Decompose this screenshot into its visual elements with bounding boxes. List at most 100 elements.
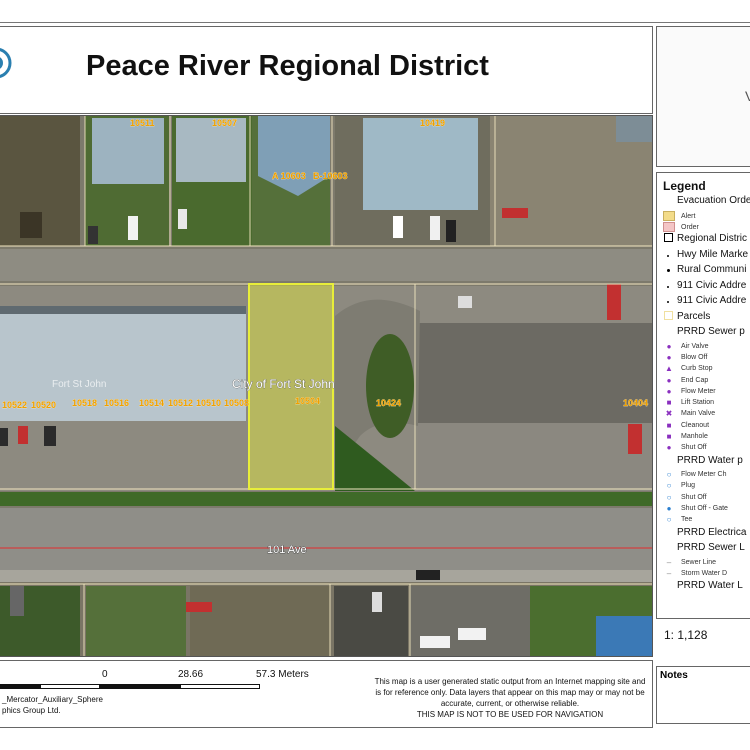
address-label: 10516 <box>104 398 129 408</box>
legend-label: PRRD Water L <box>677 580 743 592</box>
legend-item: ● Shut Off - Gate <box>667 504 728 513</box>
legend-item: PRRD Sewer p <box>659 326 745 337</box>
legend-label: Tee <box>681 516 693 524</box>
legend-item: ▲ Curb Stop <box>665 364 713 373</box>
purple-x-icon: ✖ <box>665 409 673 419</box>
legend-label: Plug <box>681 482 696 490</box>
projection-line: _Mercator_Auxiliary_Sphere <box>2 695 103 704</box>
projection-line: phics Group Ltd. <box>2 706 61 715</box>
dot-small-icon <box>659 250 677 259</box>
purple-square-icon: ■ <box>666 420 672 430</box>
address-label: 10511 <box>130 118 155 128</box>
dot-small-icon <box>659 281 677 290</box>
legend-item: PRRD Electrica <box>659 527 746 538</box>
purple-square-icon: ■ <box>666 398 672 408</box>
roof <box>363 118 478 210</box>
legend-item: Order <box>663 221 699 234</box>
legend-item: ● Air Valve <box>667 342 709 351</box>
legend-label: Storm Water D <box>681 569 728 577</box>
dash-icon: – <box>666 557 672 567</box>
scale-ratio: 1: 1,128 <box>664 628 708 642</box>
blue-ring-icon: ○ <box>666 515 672 525</box>
legend-item: ● Shut Off <box>667 443 707 452</box>
notes-box: Notes <box>656 666 750 724</box>
legend-item: ■ Lift Station <box>667 398 715 407</box>
address-label: 10424 <box>376 398 401 408</box>
legend-label: Manhole <box>681 433 708 440</box>
prrd-logo <box>0 48 12 78</box>
purple-square-icon: ■ <box>666 432 672 441</box>
scalebar-segment <box>40 684 100 689</box>
purple-dot-icon: ● <box>666 443 672 453</box>
map-canvas[interactable]: 10511 10507 A 10603 B-10603 10419 10522 … <box>0 115 653 657</box>
street-label: 101 Ave <box>267 544 307 556</box>
legend-label: 911 Civic Addre <box>677 279 747 291</box>
legend-label: PRRD Sewer p <box>677 326 745 338</box>
disclaimer-line: THIS MAP IS NOT TO BE USED FOR NAVIGATIO… <box>416 710 604 719</box>
legend-label: Flow Meter Ch <box>681 471 727 479</box>
legend-label: Shut Off - Gate <box>681 505 728 512</box>
blue-ring-icon: ○ <box>666 481 672 491</box>
legend-item: Evacuation Orde <box>659 195 750 206</box>
legend-label: 911 Civic Addre <box>677 295 747 307</box>
purple-dot-icon: ● <box>666 375 672 385</box>
city-label: City of Fort St John <box>232 377 335 391</box>
disclaimer-line: accurate, current, or otherwise reliable… <box>440 699 580 708</box>
legend-item: ■ Manhole <box>667 432 708 441</box>
swatch-alert-icon <box>657 210 681 223</box>
legend-item: – Storm Water D <box>667 569 728 578</box>
legend-item: ○ Tee <box>667 515 693 524</box>
blue-ring-icon: ○ <box>666 470 672 480</box>
legend-label: Main Valve <box>681 410 716 418</box>
legend-label: Sewer Line <box>681 558 717 566</box>
legend-label: Hwy Mile Marke <box>677 248 749 260</box>
legend-label: Evacuation Orde <box>677 195 750 206</box>
road-101-ave <box>0 508 652 570</box>
blue-roof <box>596 616 652 656</box>
legend-item: ● Flow Meter <box>667 387 716 396</box>
legend-label: Blow Off <box>681 353 708 361</box>
legend-item: ■ Cleanout <box>667 421 709 430</box>
legend-item: – Sewer Line <box>667 558 717 567</box>
scalebar-label: 28.66 <box>178 669 204 680</box>
box-faint-icon <box>659 310 677 322</box>
legend-label: PRRD Water p <box>677 454 743 466</box>
legend-item: 911 Civic Addre <box>659 280 746 291</box>
legend-label: PRRD Sewer L <box>677 542 745 554</box>
blue-ring-icon: ○ <box>666 492 672 502</box>
legend-label: Shut Off <box>681 493 707 501</box>
legend-label: Order <box>681 224 699 232</box>
swatch-order-icon <box>657 221 681 234</box>
legend-item: ● Blow Off <box>667 353 708 362</box>
legend-item: PRRD Sewer L <box>659 542 745 553</box>
notes-label: Notes <box>660 670 688 681</box>
address-label: 10514 <box>139 398 164 408</box>
address-label: 10504 <box>295 396 320 406</box>
address-label: 10404 <box>623 398 648 408</box>
legend-panel: Legend Evacuation Orde Alert Order Regional… <box>656 172 750 619</box>
legend-item: PRRD Water L <box>659 580 743 591</box>
disclaimer: This map is a user generated static outp… <box>370 676 650 720</box>
dash-icon: – <box>666 568 672 578</box>
address-label: A 10603 <box>272 171 306 181</box>
address-label: 10419 <box>420 118 445 128</box>
overview-map: V <box>656 26 750 167</box>
legend-label: Rural Communi <box>677 264 747 276</box>
scalebar-label: 0 <box>102 669 108 680</box>
legend-label: Alert <box>681 213 696 220</box>
legend-item: ● End Cap <box>667 376 709 385</box>
box-outline-icon <box>659 233 677 244</box>
address-label: 10522 <box>2 400 27 410</box>
legend-item: ○ Shut Off <box>667 493 707 502</box>
legend-item: Parcels <box>659 310 710 322</box>
legend-item: ○ Plug <box>667 481 696 490</box>
legend-title: Legend <box>663 179 706 193</box>
address-label: 10507 <box>212 118 237 128</box>
address-label: 10520 <box>31 400 56 410</box>
roof-right <box>418 323 652 423</box>
address-label: 10512 <box>168 398 193 408</box>
purple-dot-icon: ● <box>666 352 672 362</box>
disclaimer-line: This map is a user generated static outp… <box>374 677 646 686</box>
legend-item: 911 Civic Addre <box>659 295 746 306</box>
dot-icon <box>659 265 677 274</box>
